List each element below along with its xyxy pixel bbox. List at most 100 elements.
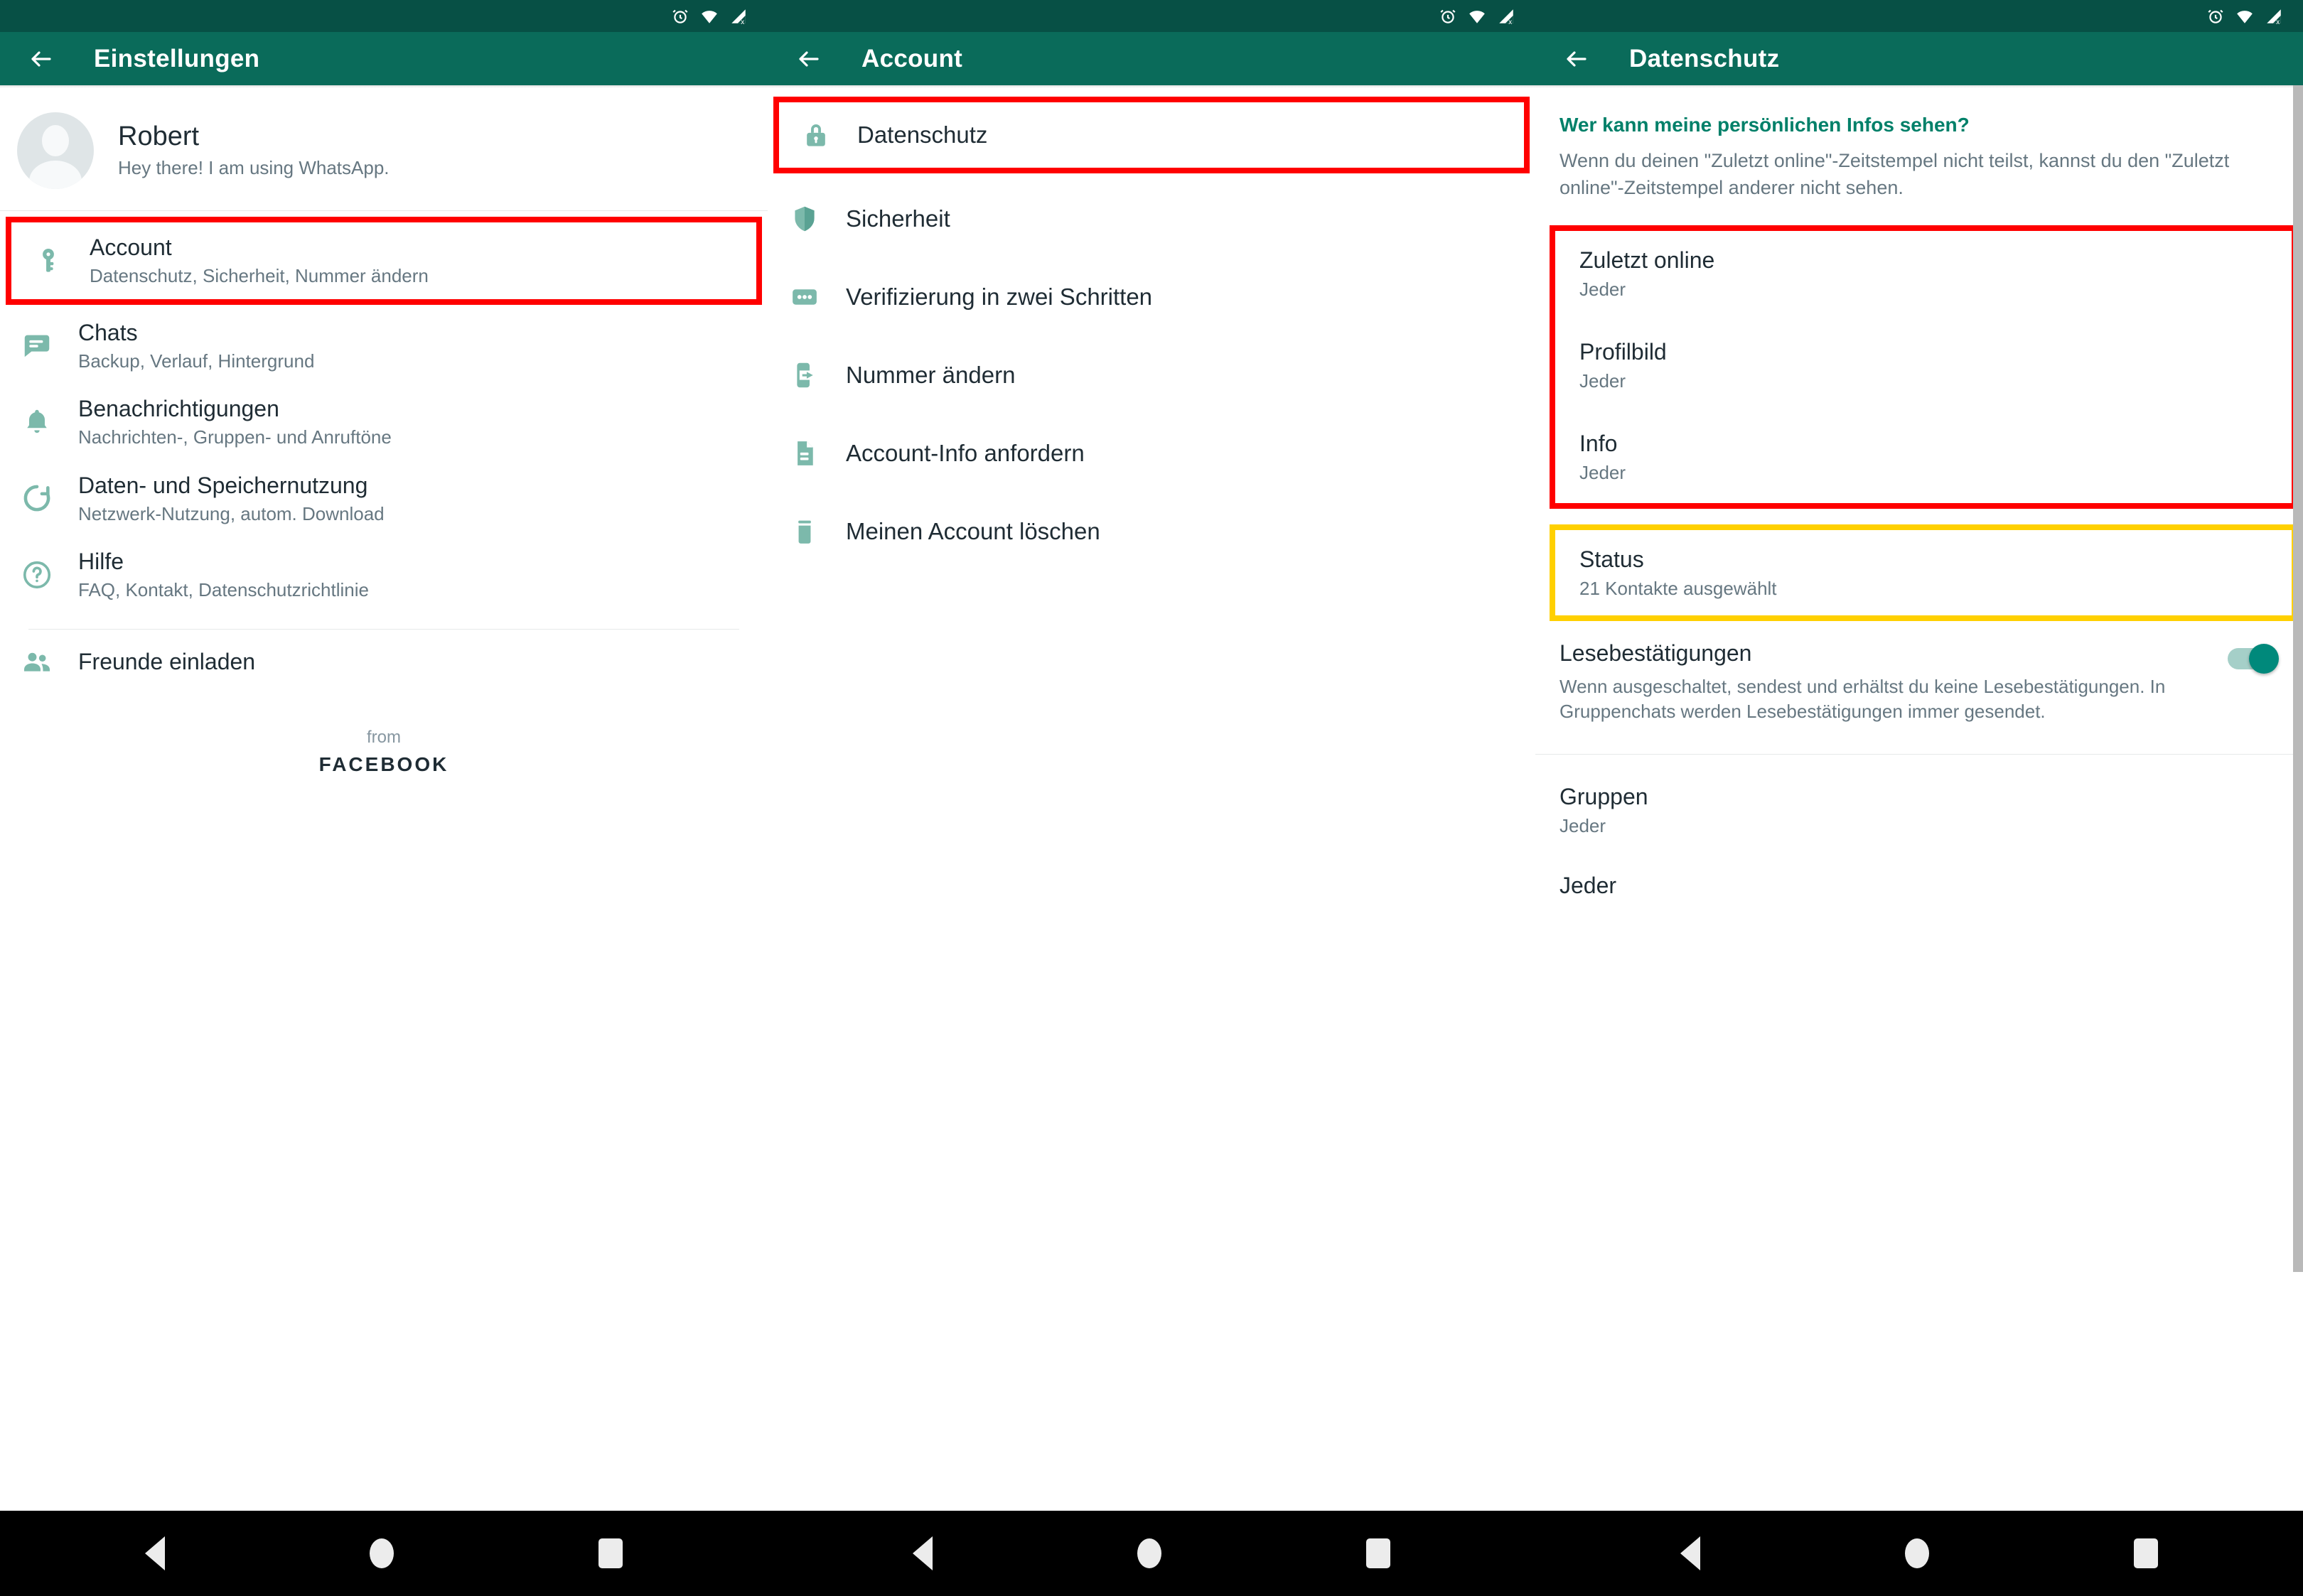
item-title: Lesebestätigungen — [1560, 640, 1752, 667]
item-value: Jeder — [1579, 370, 1626, 392]
navbar-section — [0, 1511, 768, 1596]
footer-brand: FACEBOOK — [318, 753, 449, 775]
item-title: Benachrichtigungen — [78, 396, 279, 422]
privacy-item-read-receipts[interactable]: Lesebestätigungen Wenn ausgeschaltet, se… — [1535, 621, 2303, 743]
item-subtitle: Nachrichten-, Gruppen- und Anruftöne — [78, 426, 392, 448]
nav-back-icon[interactable] — [145, 1536, 165, 1570]
sidebar-item-account[interactable]: Account Datenschutz, Sicherheit, Nummer … — [6, 217, 762, 305]
back-button[interactable] — [1560, 42, 1594, 76]
item-title: Hilfe — [78, 549, 124, 575]
item-title: Zuletzt online — [1579, 247, 1715, 273]
shield-icon — [785, 199, 825, 239]
item-label: Sicherheit — [846, 205, 950, 232]
data-usage-icon — [17, 478, 57, 518]
nav-back-icon[interactable] — [1680, 1536, 1700, 1570]
nav-recents-icon[interactable] — [598, 1538, 623, 1568]
read-receipts-toggle[interactable] — [2228, 644, 2279, 674]
sidebar-item-invite-friends[interactable]: Freunde einladen — [0, 629, 768, 695]
wifi-icon — [699, 7, 719, 26]
lock-icon — [796, 115, 836, 155]
privacy-item-profile-photo[interactable]: Profilbild Jeder — [1555, 316, 2292, 409]
section-description: Wenn du deinen "Zuletzt online"-Zeitstem… — [1560, 150, 2230, 198]
appbar-settings: Einstellungen — [0, 32, 768, 85]
nav-recents-icon[interactable] — [1366, 1538, 1390, 1568]
panel-privacy: x Datenschutz Wer kann meine persönliche… — [1535, 0, 2303, 1596]
item-description: Wenn ausgeschaltet, sendest und erhältst… — [1560, 675, 2166, 722]
toggle-knob — [2249, 644, 2279, 674]
privacy-item-groups[interactable]: Gruppen Jeder — [1535, 755, 2303, 853]
sidebar-item-data-storage[interactable]: Daten- und Speichernutzung Netzwerk-Nutz… — [0, 460, 768, 537]
default-avatar-icon — [17, 112, 94, 189]
nav-home-icon[interactable] — [1905, 1538, 1929, 1568]
key-icon — [28, 241, 68, 281]
account-item-delete-account[interactable]: Meinen Account löschen — [768, 499, 1535, 564]
item-label: Datenschutz — [857, 122, 988, 148]
status-bar: x — [1535, 0, 2303, 32]
sidebar-item-help[interactable]: Hilfe FAQ, Kontakt, Datenschutzrichtlini… — [0, 537, 768, 613]
item-title: Chats — [78, 319, 138, 345]
item-value: Jeder — [1560, 815, 1606, 837]
wifi-icon — [2235, 7, 2255, 26]
trash-icon — [785, 512, 825, 551]
item-label: Meinen Account löschen — [846, 518, 1100, 544]
sidebar-item-chats[interactable]: Chats Backup, Verlauf, Hintergrund — [0, 307, 768, 384]
profile-status: Hey there! I am using WhatsApp. — [118, 157, 390, 179]
panel-account: x Account Datenschutz Sicherheit Verifiz… — [768, 0, 1535, 1596]
item-subtitle: Backup, Verlauf, Hintergrund — [78, 350, 315, 372]
account-item-request-info[interactable]: Account-Info anfordern — [768, 421, 1535, 486]
help-circle-icon — [17, 555, 57, 595]
wifi-icon — [1467, 7, 1487, 26]
vertical-scrollbar[interactable] — [2293, 85, 2303, 1272]
item-title: Daten- und Speichernutzung — [78, 472, 368, 498]
signal-no-sim-icon: x — [729, 7, 748, 26]
account-body: Datenschutz Sicherheit Verifizierung in … — [768, 85, 1535, 1596]
panel-settings: x Einstellungen Robert Hey there! I am u… — [0, 0, 768, 1596]
status-bar: x — [0, 0, 768, 32]
profile-name: Robert — [118, 121, 200, 151]
appbar-privacy: Datenschutz — [1535, 32, 2303, 85]
facebook-footer: from FACEBOOK — [0, 725, 768, 776]
account-item-privacy[interactable]: Datenschutz — [773, 97, 1530, 173]
nav-back-icon[interactable] — [913, 1536, 933, 1570]
item-label: Account-Info anfordern — [846, 440, 1085, 466]
alarm-clock-icon — [2206, 7, 2225, 26]
alarm-clock-icon — [671, 7, 689, 26]
nav-recents-icon[interactable] — [2134, 1538, 2158, 1568]
account-item-change-number[interactable]: Nummer ändern — [768, 343, 1535, 408]
nav-home-icon[interactable] — [370, 1538, 394, 1568]
android-navigation-bar — [0, 1511, 2303, 1596]
two-step-dots-icon — [785, 277, 825, 317]
item-title: Jeder — [1560, 872, 1617, 898]
section-heading: Wer kann meine persönlichen Infos sehen? — [1560, 114, 1970, 136]
item-title: Account — [90, 234, 172, 260]
item-title: Profilbild — [1579, 338, 1667, 365]
item-value: Jeder — [1579, 462, 1626, 484]
item-label: Nummer ändern — [846, 362, 1016, 388]
privacy-item-about[interactable]: Info Jeder — [1555, 408, 2292, 503]
back-button[interactable] — [792, 42, 826, 76]
appbar-account: Account — [768, 32, 1535, 85]
back-button[interactable] — [24, 42, 58, 76]
privacy-group-personal-info: Zuletzt online Jeder Profilbild Jeder In… — [1550, 225, 2297, 509]
navbar-section — [768, 1511, 1535, 1596]
sidebar-item-notifications[interactable]: Benachrichtigungen Nachrichten-, Gruppen… — [0, 384, 768, 460]
item-title: Gruppen — [1560, 784, 1648, 810]
privacy-item-cutoff[interactable]: Jeder — [1535, 853, 2303, 915]
account-item-two-step[interactable]: Verifizierung in zwei Schritten — [768, 264, 1535, 330]
phone-change-icon — [785, 355, 825, 395]
privacy-item-status[interactable]: Status 21 Kontakte ausgewählt — [1550, 524, 2297, 622]
profile-row[interactable]: Robert Hey there! I am using WhatsApp. — [0, 88, 768, 210]
nav-home-icon[interactable] — [1137, 1538, 1161, 1568]
signal-no-sim-icon: x — [1497, 7, 1515, 26]
privacy-item-last-seen[interactable]: Zuletzt online Jeder — [1555, 230, 2292, 317]
footer-from-label: from — [367, 727, 401, 747]
signal-no-sim-icon: x — [2265, 7, 2283, 26]
item-subtitle: FAQ, Kontakt, Datenschutzrichtlinie — [78, 579, 369, 601]
svg-text:x: x — [1508, 18, 1512, 25]
people-icon — [17, 642, 57, 682]
account-item-security[interactable]: Sicherheit — [768, 186, 1535, 252]
bell-icon — [17, 402, 57, 442]
settings-body: Robert Hey there! I am using WhatsApp. A… — [0, 85, 768, 1596]
page-title: Datenschutz — [1629, 44, 1780, 72]
chat-bubble-icon — [17, 325, 57, 365]
